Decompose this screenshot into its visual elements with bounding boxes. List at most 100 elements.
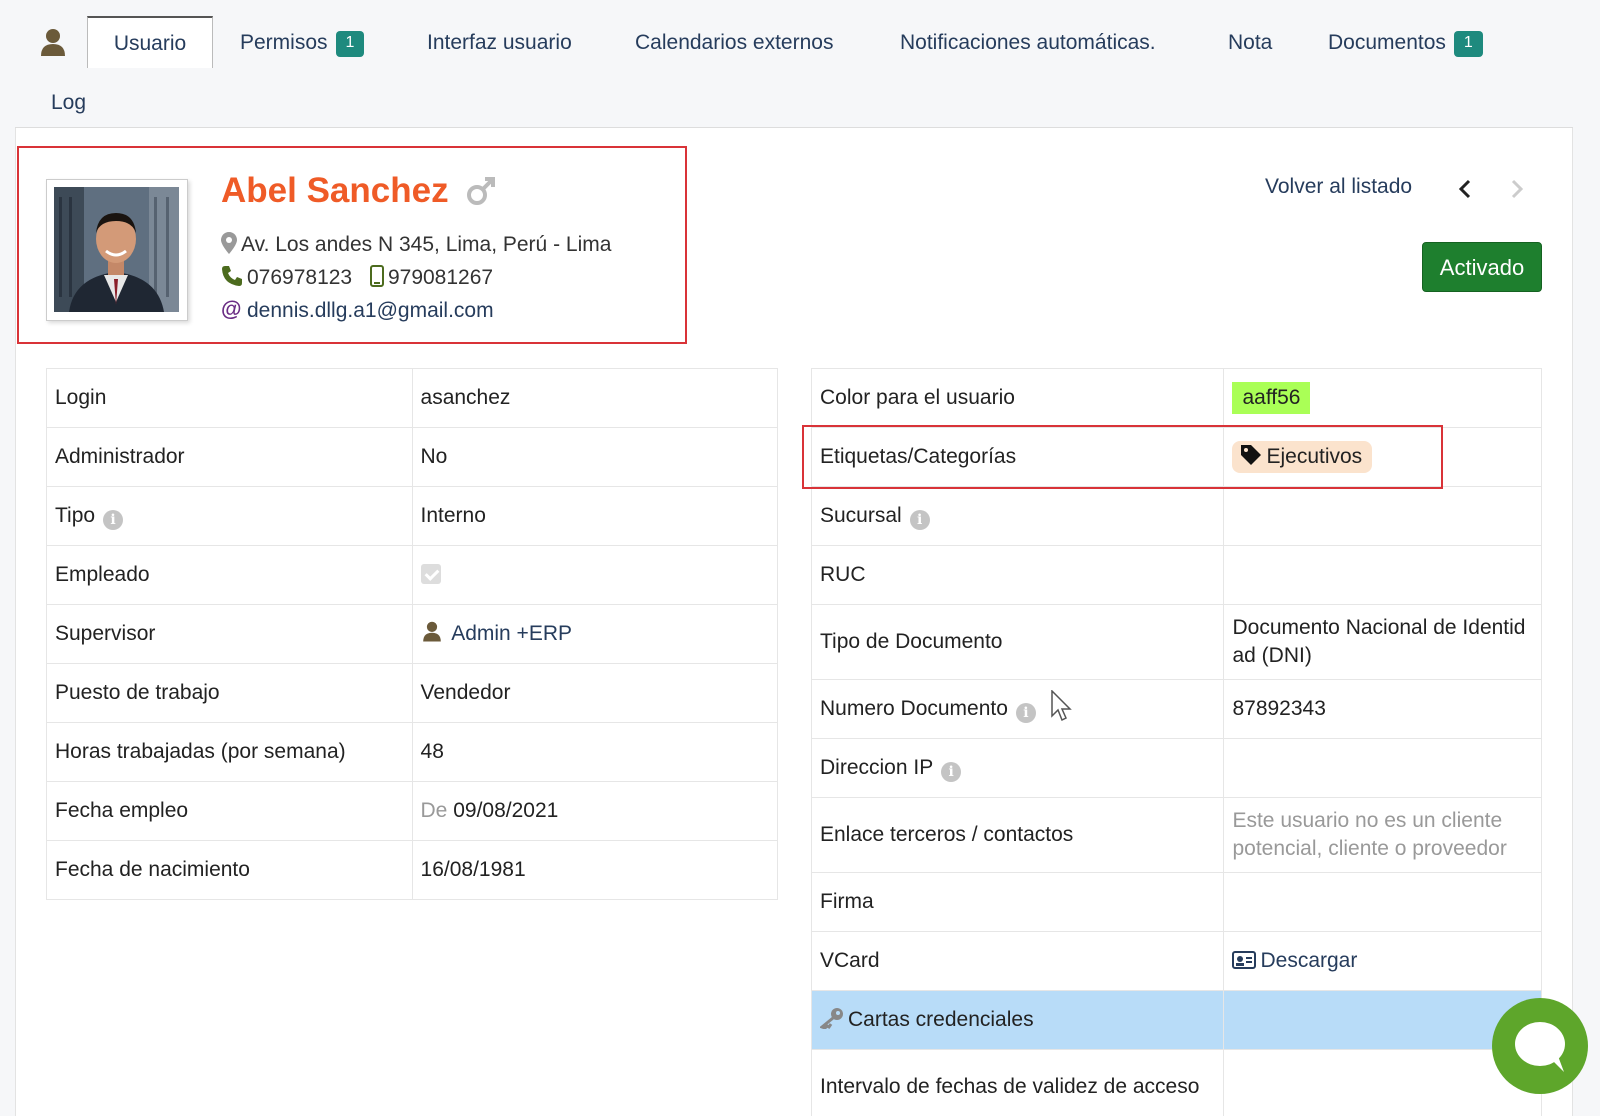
field-value-cell: De 09/08/2021 xyxy=(411,781,779,841)
count-badge: 1 xyxy=(335,31,365,57)
info-icon[interactable]: i xyxy=(103,510,124,530)
mobile-text: 979081267 xyxy=(387,266,494,289)
user-icon[interactable] xyxy=(40,28,66,58)
table-row: Login asanchez xyxy=(46,368,779,428)
tab-documentos[interactable]: Documentos 1 xyxy=(1328,30,1483,57)
field-label: Tipo xyxy=(55,504,96,527)
user-info-table-left: Login asanchez Administrador No Tipo i Inter… xyxy=(46,368,779,900)
field-value: Documento Nacional de Identidad (DNI) xyxy=(1223,604,1542,680)
key-icon xyxy=(820,1008,843,1029)
field-value: Interno xyxy=(411,486,779,546)
tab-notificaciones[interactable]: Notificaciones automáticas. xyxy=(900,30,1156,56)
field-label: Tipo de Documento xyxy=(810,604,1225,680)
field-value xyxy=(1223,486,1542,546)
field-value xyxy=(1223,738,1542,798)
chat-bubble-icon xyxy=(1515,1022,1565,1072)
field-value-cell: aaff56 xyxy=(1223,368,1542,428)
chevron-left-icon[interactable] xyxy=(1456,177,1474,201)
phone-icon xyxy=(222,266,242,286)
address-line: Av. Los andes N 345, Lima, Perú - Lima xyxy=(221,232,611,258)
tab-interfaz-usuario[interactable]: Interfaz usuario xyxy=(427,30,572,56)
field-label-cell: Tipo i xyxy=(46,486,413,546)
table-row: Tipo i Interno xyxy=(46,486,779,546)
status-activado-button[interactable]: Activado xyxy=(1422,242,1542,292)
map-marker-icon xyxy=(221,232,237,254)
back-to-list-link[interactable]: Volver al listado xyxy=(1265,175,1412,199)
supervisor-link[interactable]: Admin +ERP xyxy=(451,622,572,645)
field-value xyxy=(1223,545,1542,605)
field-value: 87892343 xyxy=(1223,679,1542,739)
field-value: Este usuario no es un cliente potencial,… xyxy=(1223,797,1542,873)
table-row: VCard Descargar xyxy=(810,931,1542,991)
field-label: Intervalo de fechas de validez de acceso xyxy=(810,1049,1225,1116)
info-icon[interactable]: i xyxy=(941,762,962,782)
tab-usuario[interactable]: Usuario xyxy=(87,16,213,68)
field-value: 09/08/2021 xyxy=(453,799,559,822)
field-label-cell: Direccion IP i xyxy=(810,738,1225,798)
field-label: Fecha empleo xyxy=(46,781,413,841)
table-row: Intervalo de fechas de validez de acceso xyxy=(810,1049,1542,1116)
table-row: Firma xyxy=(810,872,1542,932)
tab-permisos[interactable]: Permisos 1 xyxy=(240,30,365,57)
field-label: RUC xyxy=(810,545,1225,605)
info-icon[interactable]: i xyxy=(909,510,930,530)
info-icon[interactable]: i xyxy=(1015,703,1036,723)
tab-calendarios-externos[interactable]: Calendarios externos xyxy=(635,30,833,56)
table-row: Sucursal i xyxy=(810,486,1542,546)
address-text: Av. Los andes N 345, Lima, Perú - Lima xyxy=(241,233,612,256)
table-row: Fecha de nacimiento 16/08/1981 xyxy=(46,840,779,900)
tab-bar: Usuario Permisos 1 Interfaz usuario Calen… xyxy=(0,0,1600,128)
vcard-download-link[interactable]: Descargar xyxy=(1232,949,1357,972)
id-card-icon xyxy=(1232,951,1257,969)
field-label: Enlace terceros / contactos xyxy=(810,797,1225,873)
male-icon xyxy=(467,177,495,205)
table-row: Administrador No xyxy=(46,427,779,487)
field-value-cell xyxy=(411,545,779,605)
section-header-cell: Cartas credenciales xyxy=(810,990,1225,1050)
at-icon: @ xyxy=(221,298,241,320)
table-row: Numero Documento i 87892343 xyxy=(810,679,1542,739)
field-value: 48 xyxy=(411,722,779,782)
mobile-icon xyxy=(369,265,384,287)
section-header-row: Cartas credenciales xyxy=(810,990,1542,1050)
phone-text: 076978123 xyxy=(247,266,353,289)
tab-nota[interactable]: Nota xyxy=(1228,30,1272,56)
field-label: Fecha de nacimiento xyxy=(46,840,413,900)
field-value xyxy=(1223,872,1542,932)
field-label-cell: Numero Documento i xyxy=(810,679,1225,739)
field-label: Numero Documento xyxy=(820,697,1008,720)
svg-text:@: @ xyxy=(221,298,241,320)
user-icon xyxy=(422,621,441,642)
phone-line: 076978123 979081267 xyxy=(221,265,493,291)
field-label: Horas trabajadas (por semana) xyxy=(46,722,413,782)
chevron-right-icon[interactable] xyxy=(1508,177,1526,201)
category-highlight-box xyxy=(802,425,1443,489)
portrait-image xyxy=(54,187,179,312)
field-label: Firma xyxy=(810,872,1225,932)
table-row: Puesto de trabajo Vendedor xyxy=(46,663,779,723)
field-value: Vendedor xyxy=(411,663,779,723)
user-color-swatch: aaff56 xyxy=(1232,382,1311,414)
email-link[interactable]: dennis.dllg.a1@gmail.com xyxy=(247,299,494,322)
count-badge: 1 xyxy=(1453,31,1483,57)
field-value-cell: Descargar xyxy=(1223,931,1542,991)
field-label: Administrador xyxy=(46,427,413,487)
chat-button[interactable] xyxy=(1492,998,1588,1094)
empleado-checkbox xyxy=(420,564,441,584)
table-row: Horas trabajadas (por semana) 48 xyxy=(46,722,779,782)
table-row: Tipo de Documento Documento Nacional de I… xyxy=(810,604,1542,680)
field-label: VCard xyxy=(810,931,1225,991)
table-row: Fecha empleo De 09/08/2021 xyxy=(46,781,779,841)
email-line[interactable]: @ dennis.dllg.a1@gmail.com xyxy=(221,298,494,324)
tab-log[interactable]: Log xyxy=(51,90,86,116)
download-label: Descargar xyxy=(1260,949,1358,972)
tab-label: Permisos xyxy=(240,31,328,54)
field-label: Login xyxy=(46,368,413,428)
table-row: Supervisor Admin +ERP xyxy=(46,604,779,664)
table-row: Direccion IP i xyxy=(810,738,1542,798)
date-prefix: De xyxy=(420,799,448,822)
table-row: Enlace terceros / contactos Este usuario … xyxy=(810,797,1542,873)
tab-label: Usuario xyxy=(113,32,187,55)
field-label: Puesto de trabajo xyxy=(46,663,413,723)
section-title: Cartas credenciales xyxy=(848,1008,1034,1031)
